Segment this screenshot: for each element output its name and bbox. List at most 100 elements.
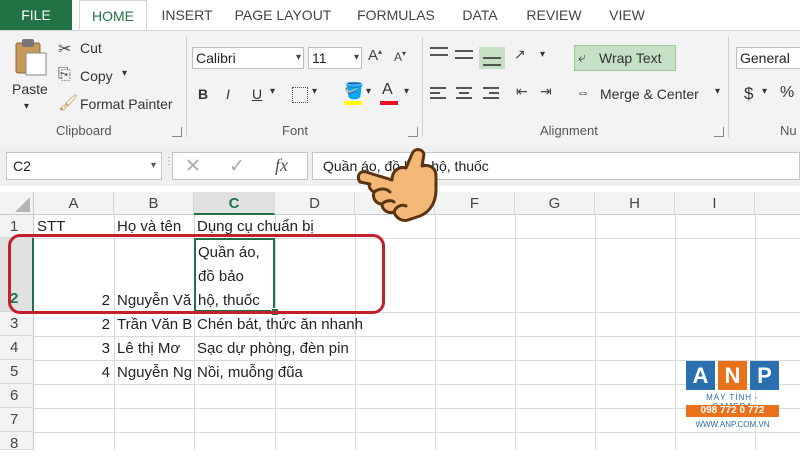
cancel-icon[interactable]: ✕ bbox=[185, 155, 201, 178]
name-box-dropdown-icon[interactable]: ▾ bbox=[151, 153, 156, 179]
tab-file[interactable]: FILE bbox=[0, 0, 72, 30]
logo-letter-p: P bbox=[750, 361, 779, 390]
tab-insert[interactable]: INSERT bbox=[153, 0, 221, 30]
orientation-icon[interactable]: ↗ bbox=[514, 46, 526, 63]
percent-button[interactable]: % bbox=[780, 84, 794, 102]
bold-button[interactable]: B bbox=[198, 86, 208, 102]
row-header-5[interactable]: 5 bbox=[0, 360, 34, 384]
underline-button[interactable]: U bbox=[252, 86, 262, 102]
align-bottom-icon[interactable] bbox=[479, 47, 505, 69]
gridline bbox=[435, 215, 436, 450]
align-right-icon[interactable] bbox=[483, 87, 499, 102]
orientation-dropdown-icon[interactable]: ▾ bbox=[540, 49, 545, 60]
format-painter-button[interactable]: Format Painter bbox=[80, 96, 173, 112]
col-header-i[interactable]: I bbox=[675, 192, 755, 215]
row-header-6[interactable]: 6 bbox=[0, 384, 34, 408]
col-header-b[interactable]: B bbox=[114, 192, 194, 215]
font-color-icon[interactable]: A bbox=[382, 81, 393, 99]
separator bbox=[186, 37, 187, 137]
cell-c4[interactable]: Sạc dự phòng, đèn pin bbox=[197, 337, 397, 360]
font-color-dropdown-icon[interactable]: ▾ bbox=[404, 86, 409, 97]
merge-dropdown-icon[interactable]: ▾ bbox=[715, 86, 720, 97]
tab-data[interactable]: DATA bbox=[452, 0, 508, 30]
number-format-select[interactable]: General bbox=[736, 47, 800, 69]
row-header-7[interactable]: 7 bbox=[0, 408, 34, 432]
cut-icon[interactable]: ✂ bbox=[58, 39, 71, 59]
currency-dropdown-icon[interactable]: ▾ bbox=[762, 86, 767, 97]
col-header-h[interactable]: H bbox=[595, 192, 675, 215]
currency-button[interactable]: $ bbox=[744, 84, 753, 104]
name-box[interactable]: C2 ▾ bbox=[6, 152, 162, 180]
borders-dropdown-icon[interactable]: ▾ bbox=[312, 86, 317, 97]
insert-function-icon[interactable]: fx bbox=[275, 155, 288, 176]
tab-page-layout[interactable]: PAGE LAYOUT bbox=[228, 0, 338, 30]
wrap-text-label: Wrap Text bbox=[599, 50, 662, 66]
alignment-launcher-icon[interactable] bbox=[714, 127, 724, 137]
cell-a5[interactable]: 4 bbox=[36, 361, 110, 384]
enter-icon[interactable]: ✓ bbox=[229, 155, 245, 178]
paste-button[interactable]: Paste bbox=[12, 81, 48, 97]
number-group-label: Nu bbox=[780, 123, 797, 138]
decrease-font-icon[interactable]: A▾ bbox=[394, 49, 406, 64]
align-middle-icon[interactable] bbox=[455, 50, 473, 62]
cell-b3[interactable]: Trần Văn B bbox=[117, 313, 193, 336]
alignment-group-label: Alignment bbox=[540, 123, 598, 138]
cell-b4[interactable]: Lê thị Mơ bbox=[117, 337, 193, 360]
align-left-icon[interactable] bbox=[430, 87, 446, 102]
clipboard-launcher-icon[interactable] bbox=[172, 127, 182, 137]
fill-color-icon[interactable]: 🪣 bbox=[344, 81, 364, 101]
separator bbox=[728, 37, 729, 137]
cell-c5[interactable]: Nồi, muỗng đũa bbox=[197, 361, 397, 384]
col-header-a[interactable]: A bbox=[34, 192, 114, 215]
row-header-3[interactable]: 3 bbox=[0, 312, 34, 336]
col-header-c[interactable]: C bbox=[194, 192, 275, 215]
wrap-text-icon: ⤶ bbox=[578, 49, 586, 65]
font-name-select[interactable]: Calibri ▾ bbox=[192, 47, 304, 69]
fill-color-dropdown-icon[interactable]: ▾ bbox=[366, 86, 371, 97]
row-header-4[interactable]: 4 bbox=[0, 336, 34, 360]
col-header-j[interactable] bbox=[755, 192, 800, 215]
paste-dropdown-icon[interactable]: ▾ bbox=[24, 101, 29, 112]
font-color-swatch bbox=[380, 101, 398, 105]
cut-button[interactable]: Cut bbox=[80, 40, 102, 56]
logo-letter-n: N bbox=[718, 361, 747, 390]
pointing-hand-icon bbox=[352, 140, 447, 230]
copy-icon[interactable]: ⎘ bbox=[58, 66, 71, 84]
gridline bbox=[34, 432, 800, 433]
wrap-text-button[interactable]: ⤶ Wrap Text bbox=[574, 45, 676, 71]
merge-center-button[interactable]: Merge & Center bbox=[600, 86, 699, 102]
merge-center-icon[interactable]: ⇔ bbox=[576, 84, 590, 100]
decrease-indent-icon[interactable]: ⇤ bbox=[516, 83, 528, 100]
font-size-select[interactable]: 11 ▾ bbox=[308, 47, 362, 69]
increase-indent-icon[interactable]: ⇥ bbox=[540, 83, 552, 100]
borders-icon[interactable] bbox=[292, 87, 308, 103]
cell-a3[interactable]: 2 bbox=[36, 313, 110, 336]
increase-font-icon[interactable]: A▴ bbox=[368, 47, 382, 64]
row-header-8[interactable]: 8 bbox=[0, 432, 34, 452]
italic-button[interactable]: I bbox=[226, 86, 230, 102]
cell-b5[interactable]: Nguyễn Ng bbox=[117, 361, 193, 384]
cell-a4[interactable]: 3 bbox=[36, 337, 110, 360]
font-launcher-icon[interactable] bbox=[408, 127, 418, 137]
paste-icon[interactable] bbox=[10, 37, 50, 77]
select-all-corner[interactable] bbox=[0, 192, 34, 215]
align-top-icon[interactable] bbox=[430, 47, 448, 59]
gridline bbox=[675, 215, 676, 450]
copy-button[interactable]: Copy bbox=[80, 68, 113, 84]
col-header-f[interactable]: F bbox=[435, 192, 515, 215]
underline-dropdown-icon[interactable]: ▾ bbox=[270, 86, 275, 97]
format-painter-icon[interactable]: 🖌 bbox=[58, 93, 78, 113]
col-header-d[interactable]: D bbox=[275, 192, 355, 215]
ribbon-tabs: FILE HOME INSERT PAGE LAYOUT FORMULAS DA… bbox=[0, 0, 800, 31]
tab-view[interactable]: VIEW bbox=[600, 0, 654, 30]
cell-c3[interactable]: Chén bát, thức ăn nhanh bbox=[197, 313, 397, 336]
tab-home[interactable]: HOME bbox=[79, 0, 147, 30]
tab-review[interactable]: REVIEW bbox=[518, 0, 590, 30]
gridline bbox=[595, 215, 596, 450]
ribbon: Paste ▾ ✂ Cut ⎘ Copy ▾ 🖌 Format Painter … bbox=[0, 31, 800, 147]
highlight-annotation bbox=[8, 234, 385, 314]
copy-dropdown-icon[interactable]: ▾ bbox=[122, 68, 127, 79]
align-center-icon[interactable] bbox=[456, 87, 472, 102]
col-header-g[interactable]: G bbox=[515, 192, 595, 215]
tab-formulas[interactable]: FORMULAS bbox=[348, 0, 444, 30]
